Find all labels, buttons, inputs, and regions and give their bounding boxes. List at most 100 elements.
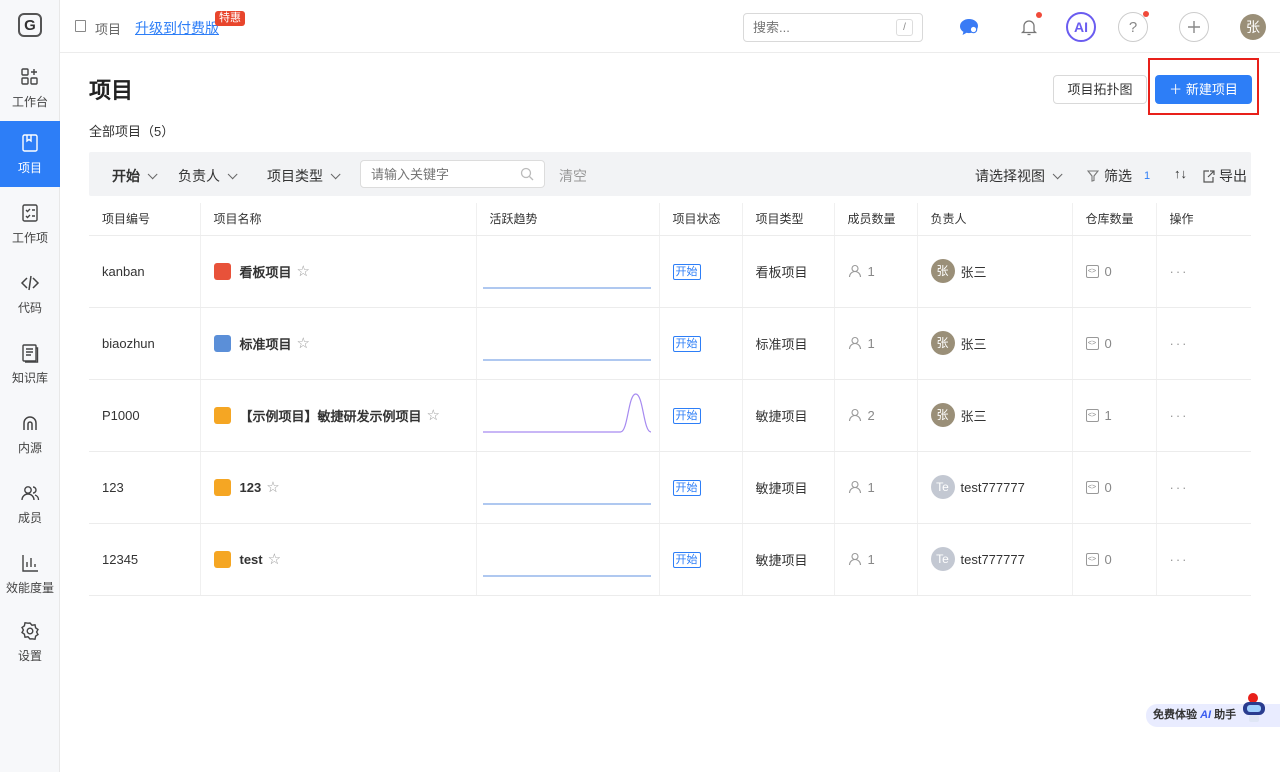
upgrade-link[interactable]: 升级到付费版 bbox=[135, 18, 219, 38]
trend-sparkline bbox=[482, 359, 651, 361]
more-icon[interactable]: ··· bbox=[1170, 552, 1189, 567]
sort-button[interactable]: ↑↓ bbox=[1174, 166, 1187, 181]
table-row[interactable]: 123 123 ☆ 开始 敏捷项目 1 Te test777777 <> 0 ··· bbox=[89, 451, 1251, 524]
activity-trend bbox=[475, 307, 659, 380]
sidebar-item-label: 项目 bbox=[17, 160, 42, 175]
export-button[interactable]: 导出 bbox=[1202, 166, 1247, 186]
document-icon bbox=[22, 343, 39, 363]
status-cell: 开始 bbox=[658, 307, 742, 380]
view-select[interactable]: 请选择视图 bbox=[975, 166, 1063, 186]
chat-bot-button[interactable] bbox=[954, 12, 984, 42]
project-name[interactable]: test bbox=[240, 552, 263, 567]
project-id: P1000 bbox=[89, 379, 200, 452]
sidebar-item-innersource[interactable]: 内源 bbox=[0, 401, 60, 467]
star-icon[interactable]: ☆ bbox=[268, 550, 281, 568]
more-icon[interactable]: ··· bbox=[1170, 336, 1189, 351]
project-type: 敏捷项目 bbox=[741, 451, 834, 524]
table-row[interactable]: kanban 看板项目 ☆ 开始 看板项目 1 张张三 <> 0 ··· bbox=[89, 235, 1251, 308]
user-icon bbox=[848, 480, 861, 494]
add-button[interactable] bbox=[1179, 12, 1209, 42]
type-filter[interactable]: 项目类型 bbox=[267, 166, 341, 186]
more-icon[interactable]: ··· bbox=[1170, 480, 1189, 495]
owner-cell: Te test777777 bbox=[916, 451, 1072, 524]
member-count-cell: 1 bbox=[833, 523, 917, 596]
sidebar-item-knowledge[interactable]: 知识库 bbox=[0, 331, 60, 397]
star-icon[interactable]: ☆ bbox=[297, 334, 310, 352]
sidebar-item-workitems[interactable]: 工作项 bbox=[0, 191, 60, 257]
source-icon bbox=[23, 415, 37, 430]
status-badge: 开始 bbox=[672, 335, 701, 352]
sidebar-item-label: 工作项 bbox=[11, 230, 48, 245]
project-name-cell[interactable]: test ☆ bbox=[199, 523, 476, 596]
project-name-cell[interactable]: 123 ☆ bbox=[199, 451, 476, 524]
app-logo[interactable]: G bbox=[18, 13, 42, 37]
owner-filter[interactable]: 负责人 bbox=[178, 166, 238, 186]
table-row[interactable]: P1000 【示例项目】敏捷研发示例项目 ☆ 开始 敏捷项目 2 张张三 <> 1 ··· bbox=[89, 379, 1251, 452]
project-name-cell[interactable]: 标准项目 ☆ bbox=[199, 307, 476, 380]
filter-button[interactable]: 筛选 1 bbox=[1087, 166, 1150, 186]
project-type-icon bbox=[213, 262, 231, 280]
project-name-cell[interactable]: 看板项目 ☆ bbox=[199, 235, 476, 308]
status-cell: 开始 bbox=[658, 451, 742, 524]
star-icon[interactable]: ☆ bbox=[297, 262, 310, 280]
star-icon[interactable]: ☆ bbox=[427, 406, 440, 424]
repository-icon: <> bbox=[1085, 408, 1099, 422]
project-type: 看板项目 bbox=[741, 235, 834, 308]
top-bar: 项目 升级到付费版 特惠 / AI ? 张 bbox=[60, 0, 1280, 53]
users-icon bbox=[21, 485, 40, 500]
gear-icon bbox=[21, 621, 39, 640]
star-icon[interactable]: ☆ bbox=[266, 478, 279, 496]
project-type: 敏捷项目 bbox=[741, 523, 834, 596]
breadcrumb[interactable]: 项目 bbox=[95, 19, 121, 38]
sidebar-item-workbench[interactable]: 工作台 bbox=[0, 55, 60, 121]
highlight-annotation bbox=[1148, 58, 1259, 115]
column-header: 项目名称 bbox=[199, 203, 476, 236]
clear-button[interactable]: 清空 bbox=[559, 166, 587, 186]
table-row[interactable]: 12345 test ☆ 开始 敏捷项目 1 Te test777777 <> 0 ··· bbox=[89, 523, 1251, 596]
promo-ai: AI bbox=[1200, 709, 1212, 721]
user-icon bbox=[848, 336, 861, 350]
project-name[interactable]: 【示例项目】敏捷研发示例项目 bbox=[240, 406, 422, 425]
project-name[interactable]: 123 bbox=[240, 480, 262, 495]
trend-sparkline bbox=[482, 287, 651, 289]
type-filter-label: 项目类型 bbox=[267, 168, 323, 184]
keyword-input[interactable] bbox=[360, 160, 545, 188]
sidebar-item-settings[interactable]: 设置 bbox=[0, 609, 60, 675]
sidebar-item-label: 效能度量 bbox=[5, 580, 54, 595]
sidebar-item-members[interactable]: 成员 bbox=[0, 471, 60, 537]
chevron-down-icon bbox=[147, 168, 158, 179]
project-topology-button[interactable]: 项目拓扑图 bbox=[1053, 75, 1147, 104]
avatar: 张 bbox=[930, 259, 955, 283]
sidebar-item-label: 工作台 bbox=[11, 94, 48, 109]
project-name-cell[interactable]: 【示例项目】敏捷研发示例项目 ☆ bbox=[199, 379, 476, 452]
project-name[interactable]: 看板项目 bbox=[240, 262, 292, 281]
checklist-icon bbox=[22, 203, 38, 222]
row-actions[interactable]: ··· bbox=[1155, 379, 1251, 452]
trend-sparkline bbox=[482, 575, 651, 577]
row-actions[interactable]: ··· bbox=[1155, 523, 1251, 596]
more-icon[interactable]: ··· bbox=[1170, 408, 1189, 423]
member-count-cell: 1 bbox=[833, 307, 917, 380]
row-actions[interactable]: ··· bbox=[1155, 235, 1251, 308]
sidebar-item-code[interactable]: 代码 bbox=[0, 261, 60, 327]
member-count-cell: 1 bbox=[833, 235, 917, 308]
sidebar-item-metrics[interactable]: 效能度量 bbox=[0, 541, 60, 607]
status-filter[interactable]: 开始 bbox=[112, 166, 158, 186]
trend-sparkline bbox=[482, 393, 651, 433]
more-icon[interactable]: ··· bbox=[1170, 264, 1189, 279]
sidebar-item-projects[interactable]: 项目 bbox=[0, 121, 60, 187]
table-row[interactable]: biaozhun 标准项目 ☆ 开始 标准项目 1 张张三 <> 0 ··· bbox=[89, 307, 1251, 380]
project-id: biaozhun bbox=[89, 307, 200, 380]
status-cell: 开始 bbox=[658, 379, 742, 452]
row-actions[interactable]: ··· bbox=[1155, 451, 1251, 524]
project-name[interactable]: 标准项目 bbox=[240, 334, 292, 353]
activity-trend bbox=[475, 235, 659, 308]
column-header: 负责人 bbox=[916, 203, 1072, 236]
user-avatar[interactable]: 张 bbox=[1240, 14, 1266, 40]
activity-trend bbox=[475, 523, 659, 596]
ai-button[interactable]: AI bbox=[1066, 12, 1096, 42]
repository-icon: <> bbox=[1085, 480, 1099, 494]
repo-count-cell: <> 0 bbox=[1071, 235, 1156, 308]
row-actions[interactable]: ··· bbox=[1155, 307, 1251, 380]
member-count-cell: 1 bbox=[833, 451, 917, 524]
